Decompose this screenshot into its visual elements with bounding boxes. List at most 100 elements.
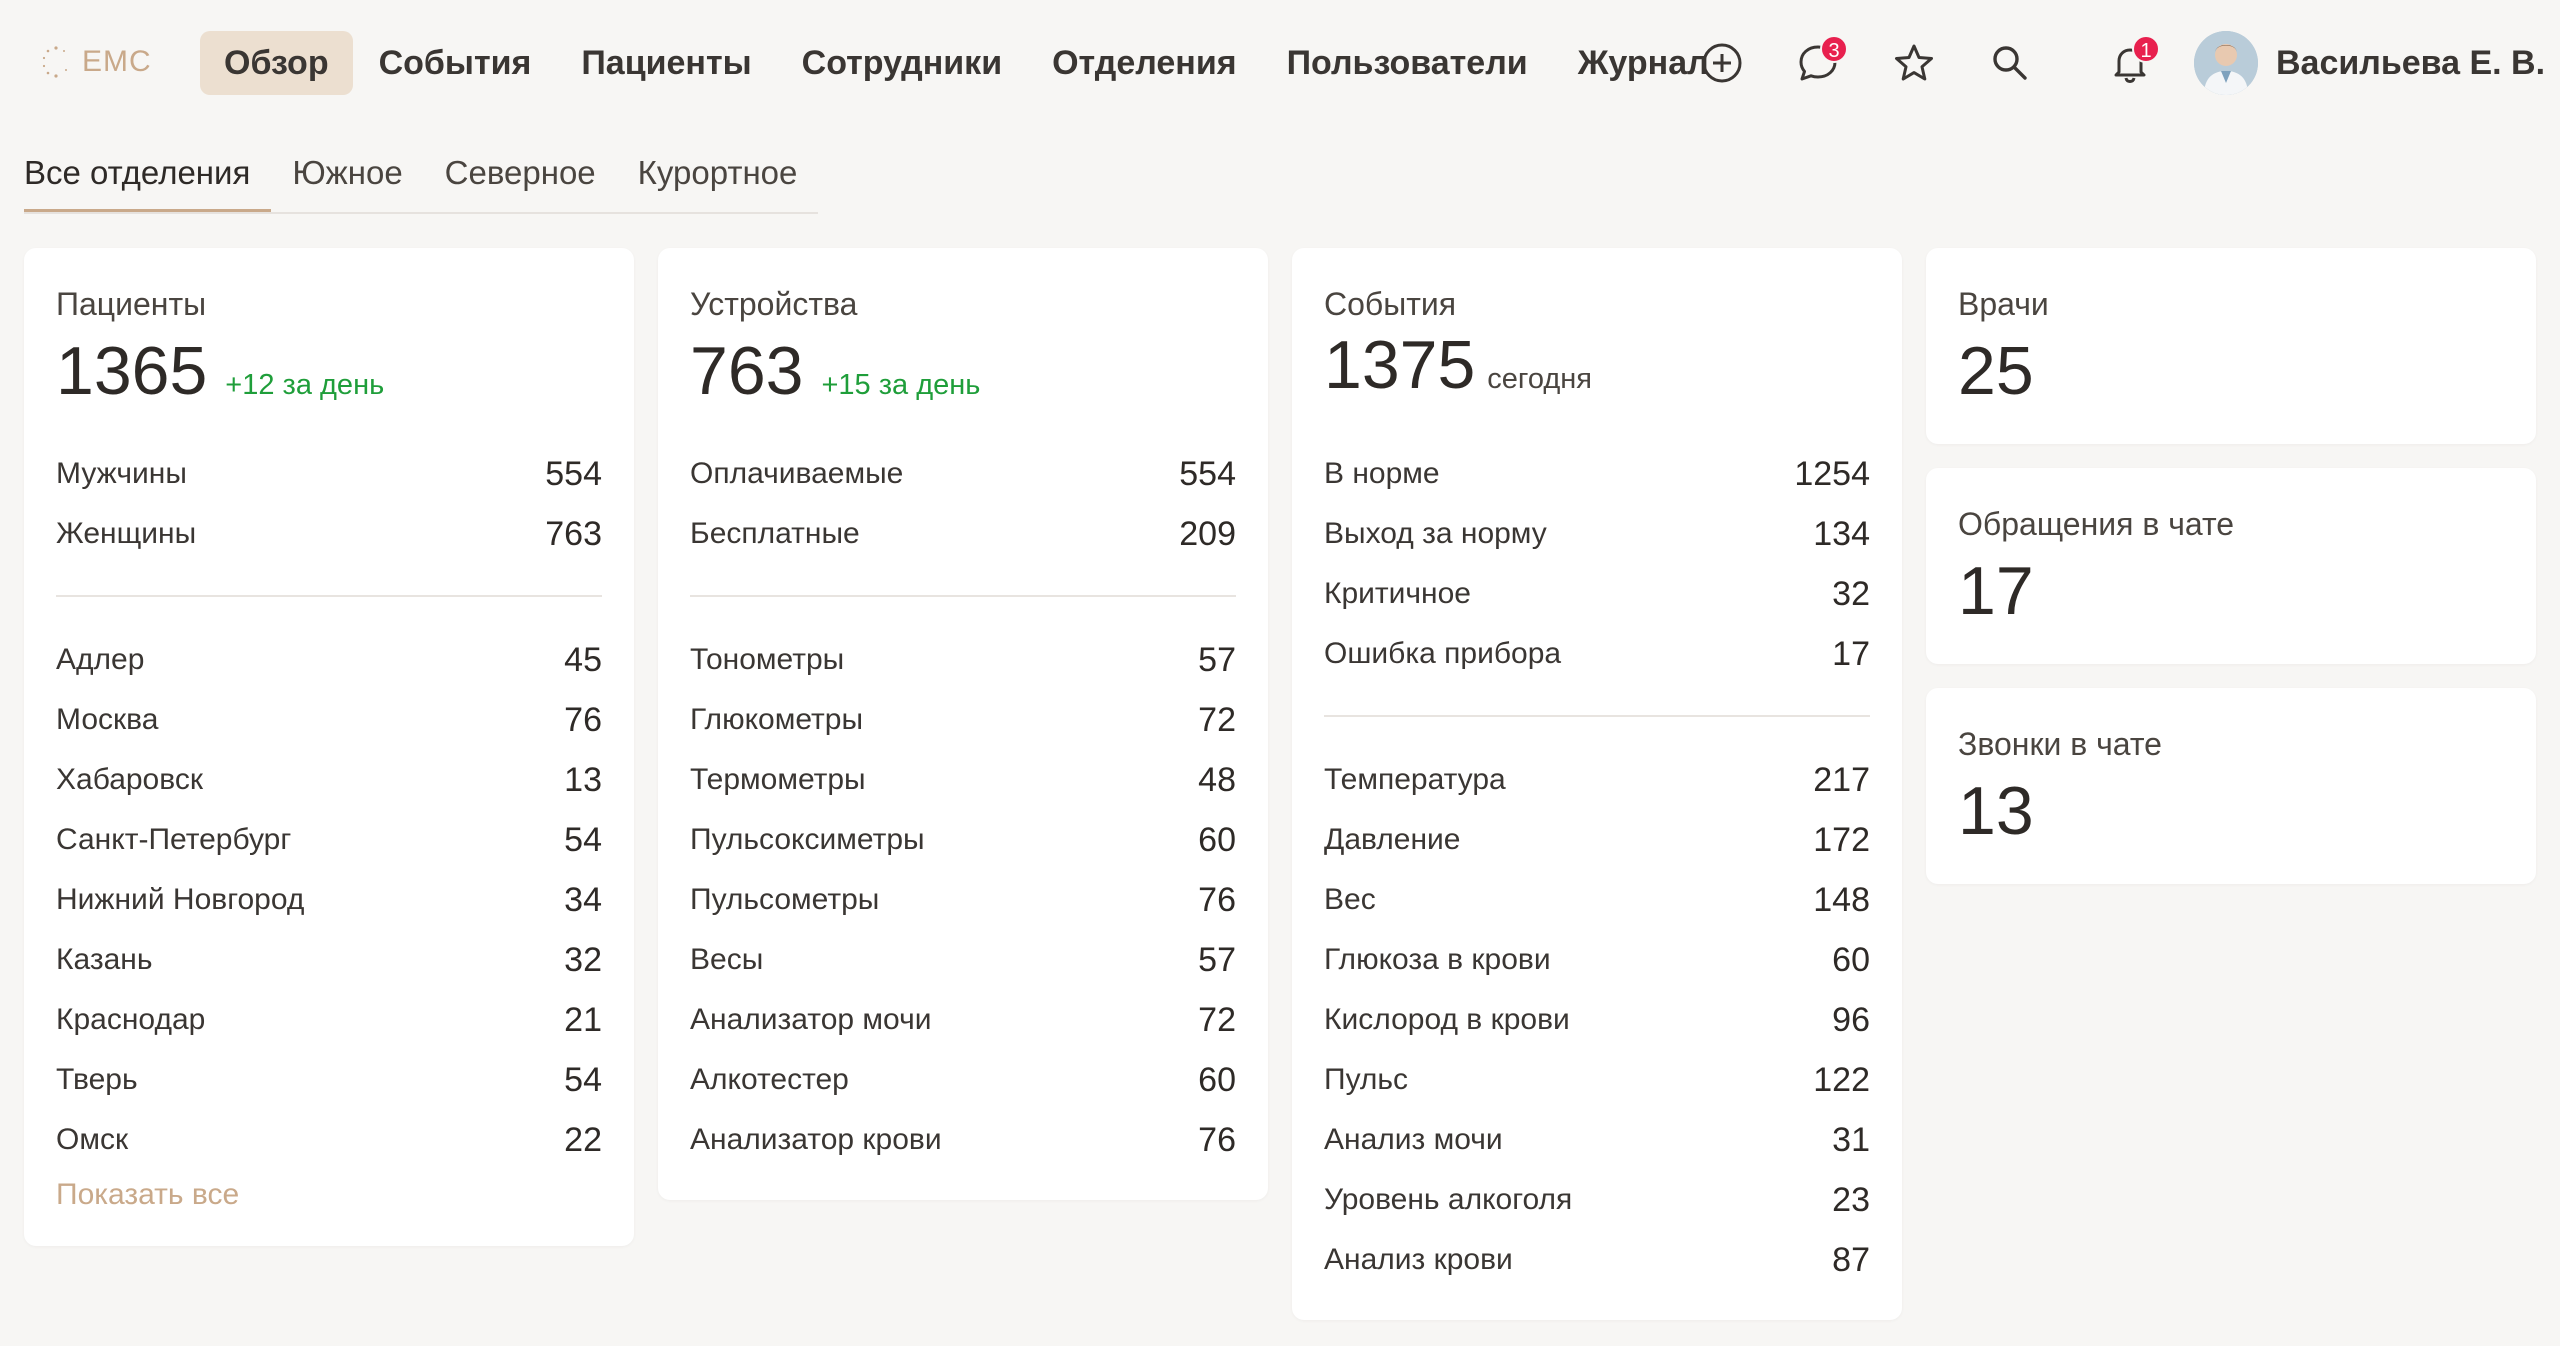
list-item[interactable]: Омск 22 xyxy=(56,1110,602,1170)
row-label: Адлер xyxy=(56,643,145,676)
search-button[interactable] xyxy=(1978,31,2042,95)
nav-users[interactable]: Пользователи xyxy=(1263,31,1552,95)
row-value: 209 xyxy=(1179,514,1236,553)
devices-type-list: Тонометры 57 Глюкометры 72 Термометры 48 Пу… xyxy=(690,630,1236,1170)
devices-card: Устройства 763 +15 за день Оплачиваемые 5… xyxy=(658,248,1268,1200)
row-label: Москва xyxy=(56,703,159,736)
list-item[interactable]: Кислород в крови 96 xyxy=(1324,990,1870,1050)
chat-requests-card[interactable]: Обращения в чате 17 xyxy=(1926,468,2536,664)
logo-stars-icon xyxy=(42,46,67,78)
user-menu[interactable]: Васильева Е. В. xyxy=(2194,31,2545,95)
emc-logo[interactable]: EMC xyxy=(36,40,156,84)
list-item[interactable]: Адлер 45 xyxy=(56,630,602,690)
tab-north[interactable]: Северное xyxy=(424,146,617,212)
row-label: Краснодар xyxy=(56,1003,206,1036)
row-label: Алкотестер xyxy=(690,1063,849,1096)
row-label: Пульсоксиметры xyxy=(690,823,925,856)
list-item[interactable]: Казань 32 xyxy=(56,930,602,990)
list-item[interactable]: Пульс 122 xyxy=(1324,1050,1870,1110)
devices-billing-list: Оплачиваемые 554 Бесплатные 209 xyxy=(690,444,1236,564)
row-value: 217 xyxy=(1813,760,1870,799)
list-item[interactable]: Глюкоза в крови 60 xyxy=(1324,930,1870,990)
divider xyxy=(1324,715,1870,717)
devices-total: 763 xyxy=(690,333,804,409)
nav-events[interactable]: События xyxy=(355,31,556,95)
list-item[interactable]: Вес 148 xyxy=(1324,870,1870,930)
nav-departments[interactable]: Отделения xyxy=(1028,31,1260,95)
row-label: Ошибка прибора xyxy=(1324,637,1562,670)
row-label: Глюкометры xyxy=(690,703,864,736)
row-label: Тонометры xyxy=(690,643,845,676)
chat-button[interactable]: 3 xyxy=(1786,31,1850,95)
list-item[interactable]: Анализ мочи 31 xyxy=(1324,1110,1870,1170)
row-label: Бесплатные xyxy=(690,517,860,550)
list-item[interactable]: Выход за норму 134 xyxy=(1324,504,1870,564)
row-value: 45 xyxy=(564,640,602,679)
events-total: 1375 xyxy=(1324,327,1476,403)
chat-calls-card[interactable]: Звонки в чате 13 xyxy=(1926,688,2536,884)
header-actions: 3 1 xyxy=(1690,31,2162,95)
list-item[interactable]: Глюкометры 72 xyxy=(690,690,1236,750)
list-item: Мужчины 554 xyxy=(56,444,602,504)
devices-delta: +15 за день xyxy=(821,369,981,401)
row-label: Критичное xyxy=(1324,577,1471,610)
list-item[interactable]: Уровень алкоголя 23 xyxy=(1324,1170,1870,1230)
nav-patients[interactable]: Пациенты xyxy=(557,31,775,95)
list-item[interactable]: Краснодар 21 xyxy=(56,990,602,1050)
list-item[interactable]: Пульсометры 76 xyxy=(690,870,1236,930)
doctors-card[interactable]: Врачи 25 xyxy=(1926,248,2536,444)
devices-total-block: 763 +15 за день xyxy=(690,332,980,410)
chat-requests-total-block: 17 xyxy=(1958,552,2034,630)
list-item[interactable]: В норме 1254 xyxy=(1324,444,1870,504)
devices-title: Устройства xyxy=(690,286,858,322)
department-tabs: Все отделения Южное Северное Курортное xyxy=(24,146,819,214)
show-all-link[interactable]: Показать все xyxy=(56,1178,239,1212)
list-item[interactable]: Температура 217 xyxy=(1324,750,1870,810)
list-item[interactable]: Алкотестер 60 xyxy=(690,1050,1236,1110)
list-item[interactable]: Анализатор мочи 72 xyxy=(690,990,1236,1050)
list-item[interactable]: Тонометры 57 xyxy=(690,630,1236,690)
list-item[interactable]: Хабаровск 13 xyxy=(56,750,602,810)
tab-all-departments[interactable]: Все отделения xyxy=(24,146,272,212)
tab-south[interactable]: Южное xyxy=(271,146,423,212)
list-item[interactable]: Анализ крови 87 xyxy=(1324,1230,1870,1290)
row-label: Вес xyxy=(1324,883,1376,916)
row-label: Глюкоза в крови xyxy=(1324,943,1551,976)
search-icon xyxy=(1993,46,2027,80)
events-today-label: сегодня xyxy=(1487,363,1592,395)
row-value: 23 xyxy=(1832,1180,1870,1219)
row-label: Анализ мочи xyxy=(1324,1123,1503,1156)
chat-requests-title: Обращения в чате xyxy=(1958,506,2235,542)
list-item[interactable]: Термометры 48 xyxy=(690,750,1236,810)
user-avatar-icon xyxy=(2194,31,2258,95)
list-item[interactable]: Анализатор крови 76 xyxy=(690,1110,1236,1170)
add-button[interactable] xyxy=(1690,31,1754,95)
list-item[interactable]: Весы 57 xyxy=(690,930,1236,990)
plus-circle-icon xyxy=(1702,43,1742,83)
row-label: Хабаровск xyxy=(56,763,203,796)
nav-staff[interactable]: Сотрудники xyxy=(778,31,1026,95)
list-item[interactable]: Тверь 54 xyxy=(56,1050,602,1110)
row-label: Омск xyxy=(56,1123,129,1156)
row-value: 54 xyxy=(564,820,602,859)
list-item[interactable]: Давление 172 xyxy=(1324,810,1870,870)
list-item[interactable]: Ошибка прибора 17 xyxy=(1324,624,1870,684)
chat-calls-total-block: 13 xyxy=(1958,772,2034,850)
tab-resort[interactable]: Курортное xyxy=(617,146,819,212)
row-value: 554 xyxy=(545,454,602,493)
row-value: 60 xyxy=(1198,820,1236,859)
list-item[interactable]: Москва 76 xyxy=(56,690,602,750)
list-item[interactable]: Нижний Новгород 34 xyxy=(56,870,602,930)
list-item[interactable]: Критичное 32 xyxy=(1324,564,1870,624)
patients-delta: +12 за день xyxy=(225,369,385,401)
favorites-button[interactable] xyxy=(1882,31,1946,95)
top-header: EMC Обзор События Пациенты Сотрудники От… xyxy=(0,0,2560,128)
row-value: 48 xyxy=(1198,760,1236,799)
list-item[interactable]: Санкт-Петербург 54 xyxy=(56,810,602,870)
chat-calls-total: 13 xyxy=(1958,773,2034,849)
row-value: 32 xyxy=(1832,574,1870,613)
row-value: 87 xyxy=(1832,1240,1870,1279)
nav-overview[interactable]: Обзор xyxy=(200,31,353,95)
notifications-button[interactable]: 1 xyxy=(2098,31,2162,95)
list-item[interactable]: Пульсоксиметры 60 xyxy=(690,810,1236,870)
